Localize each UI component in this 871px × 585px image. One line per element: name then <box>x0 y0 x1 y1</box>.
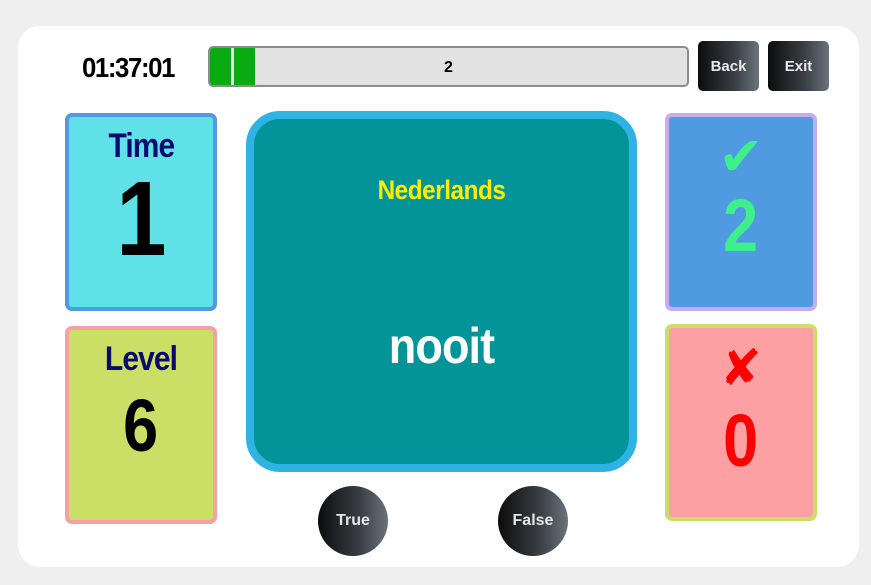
level-panel: Level 6 <box>65 326 217 524</box>
language-label: Nederlands <box>377 175 506 205</box>
true-button[interactable]: True <box>318 486 388 556</box>
elapsed-timer: 01:37:01 <box>81 52 175 83</box>
progress-label: 2 <box>444 59 453 76</box>
back-button[interactable]: Back <box>698 41 759 91</box>
correct-count: 2 <box>723 184 759 267</box>
level-title: Level <box>104 340 178 378</box>
false-button[interactable]: False <box>498 486 568 556</box>
check-icon: ✔ <box>718 127 764 187</box>
word-text: nooit <box>388 318 495 374</box>
wrong-panel: ✘ 0 <box>665 324 817 521</box>
word-card: Nederlands nooit <box>246 111 637 472</box>
cross-icon: ✘ <box>720 340 762 396</box>
exit-button[interactable]: Exit <box>768 41 829 91</box>
level-value: 6 <box>123 384 159 467</box>
progress-bar: 2 <box>208 46 689 87</box>
correct-panel: ✔ 2 <box>665 113 817 311</box>
wrong-count: 0 <box>723 399 759 482</box>
time-value: 1 <box>115 160 167 278</box>
time-panel: Time 1 <box>65 113 217 311</box>
